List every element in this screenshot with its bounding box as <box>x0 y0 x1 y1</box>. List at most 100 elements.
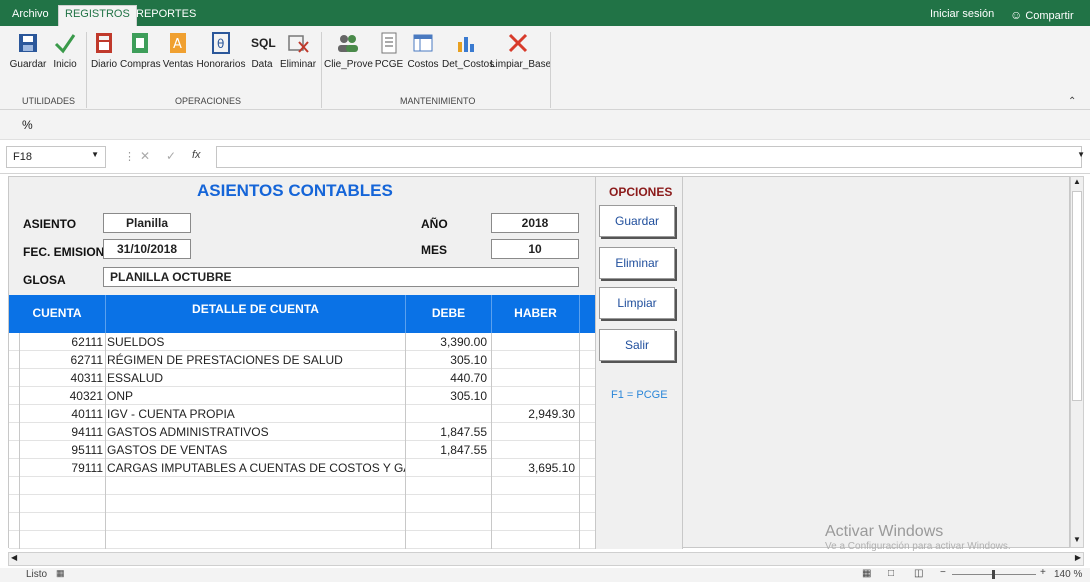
group-separator <box>321 32 322 108</box>
person-icon: ☺ <box>1010 8 1023 22</box>
signin-link[interactable]: Iniciar sesión <box>930 8 994 20</box>
limpiar-button[interactable]: Limpiar <box>599 287 675 319</box>
scroll-up-icon[interactable]: ▲ <box>1071 177 1083 189</box>
tab-archivo[interactable]: Archivo <box>6 6 55 26</box>
detalle-cell: GASTOS DE VENTAS <box>107 443 228 457</box>
anio-field[interactable]: 2018 <box>491 213 579 233</box>
pcge-ribbon-label: PCGE <box>374 59 404 70</box>
scroll-down-icon[interactable]: ▼ <box>1071 535 1083 547</box>
scroll-thumb[interactable] <box>1072 191 1082 401</box>
asiento-label: ASIENTO <box>23 217 77 231</box>
mes-label: MES <box>421 243 448 257</box>
pcge-ribbon-button[interactable]: PCGE <box>374 32 404 70</box>
zoom-in-icon[interactable]: + <box>1040 567 1046 578</box>
options-title: OPCIONES <box>609 185 673 199</box>
page-layout-icon[interactable]: □ <box>888 568 894 579</box>
ribbon: Guardar Inicio UTILIDADES Diario Compras… <box>0 26 1090 110</box>
asiento-field[interactable]: Planilla <box>103 213 191 233</box>
table-row[interactable] <box>9 531 595 549</box>
group-separator <box>550 32 551 108</box>
title-bar: Archivo REGISTROS REPORTES Iniciar sesió… <box>0 0 1090 26</box>
glosa-field[interactable]: PLANILLA OCTUBRE <box>103 267 579 287</box>
confirm-icon[interactable]: ✓ <box>166 149 176 163</box>
fx-icon[interactable]: fx <box>192 149 201 161</box>
debe-cell: 305.10 <box>450 353 487 367</box>
inicio-ribbon-button[interactable]: Inicio <box>50 32 80 70</box>
grid-line <box>105 333 106 549</box>
clie-prove-ribbon-button[interactable]: Clie_Prove <box>324 32 373 70</box>
honorarios-ribbon-label: Honorarios <box>196 59 246 70</box>
limpiar-base-ribbon-button[interactable]: Limpiar_Base <box>490 32 551 70</box>
guardar-ribbon-button[interactable]: Guardar <box>8 32 48 70</box>
mes-field[interactable]: 10 <box>491 239 579 259</box>
cuenta-cell: 95111 <box>71 443 103 457</box>
data-ribbon-button[interactable]: SQL Data <box>248 32 276 70</box>
guardar-button[interactable]: Guardar <box>599 205 675 237</box>
salir-button[interactable]: Salir <box>599 329 675 361</box>
zoom-slider-thumb[interactable] <box>992 570 995 579</box>
compras-ribbon-button[interactable]: Compras <box>120 32 161 70</box>
entries-table: 62111 SUELDOS 3,390.00 62711 RÉGIMEN DE … <box>9 333 595 549</box>
honorarios-ribbon-button[interactable]: θ Honorarios <box>196 32 246 70</box>
det-costos-ribbon-button[interactable]: Det_Costos <box>442 32 494 70</box>
table-row[interactable]: 62711 RÉGIMEN DE PRESTACIONES DE SALUD 3… <box>9 351 595 369</box>
cuenta-cell: 79111 <box>71 461 103 475</box>
check-icon <box>54 32 76 54</box>
guardar-ribbon-label: Guardar <box>9 59 47 70</box>
table-row[interactable]: 40321 ONP 305.10 <box>9 387 595 405</box>
group-label-utilidades: UTILIDADES <box>22 96 76 106</box>
grid-line <box>579 333 580 549</box>
table-row[interactable]: 95111 GASTOS DE VENTAS 1,847.55 <box>9 441 595 459</box>
table-row[interactable]: 94111 GASTOS ADMINISTRATIVOS 1,847.55 <box>9 423 595 441</box>
tab-reportes[interactable]: REPORTES <box>130 6 202 26</box>
haber-cell: 2,949.30 <box>528 407 575 421</box>
table-row[interactable]: 40111 IGV - CUENTA PROPIA 2,949.30 <box>9 405 595 423</box>
sales-icon: A <box>167 32 189 54</box>
bar-chart-icon <box>455 32 477 54</box>
ventas-ribbon-button[interactable]: A Ventas <box>162 32 194 70</box>
page-break-icon[interactable]: ◫ <box>914 568 923 579</box>
vertical-scrollbar[interactable]: ▲ ▼ <box>1070 176 1084 548</box>
cancel-icon[interactable]: ✕ <box>140 149 150 163</box>
table-row[interactable] <box>9 495 595 513</box>
scroll-left-icon[interactable]: ◀ <box>11 553 17 562</box>
formula-input[interactable]: ▼ <box>216 146 1085 168</box>
percent-style-button[interactable]: % <box>22 118 33 132</box>
delete-table-icon <box>287 32 309 54</box>
cuenta-cell: 40321 <box>69 389 103 403</box>
chevron-down-icon[interactable]: ▼ <box>91 150 99 159</box>
compras-ribbon-label: Compras <box>120 59 161 70</box>
eliminar-button[interactable]: Eliminar <box>599 247 675 279</box>
group-label-mantenimiento: MANTENIMIENTO <box>400 96 476 106</box>
table-row[interactable]: 40311 ESSALUD 440.70 <box>9 369 595 387</box>
horizontal-scrollbar[interactable]: ◀ ▶ <box>8 552 1084 566</box>
eliminar-ribbon-label: Eliminar <box>279 59 317 70</box>
normal-view-icon[interactable]: ▦ <box>862 568 871 579</box>
expand-formula-icon[interactable]: ▼ <box>1077 150 1085 159</box>
macro-record-icon[interactable]: ▦ <box>56 568 65 579</box>
detalle-cell: IGV - CUENTA PROPIA <box>107 407 235 421</box>
costos-ribbon-button[interactable]: Costos <box>406 32 440 70</box>
debe-cell <box>405 405 491 423</box>
share-button[interactable]: ☺ Compartir <box>1010 8 1074 22</box>
table-row[interactable]: 79111 CARGAS IMPUTABLES A CUENTAS DE COS… <box>9 459 595 477</box>
detalle-cell: CARGAS IMPUTABLES A CUENTAS DE COSTOS Y … <box>107 461 405 475</box>
table-row[interactable]: 62111 SUELDOS 3,390.00 <box>9 333 595 351</box>
table-row[interactable] <box>9 477 595 495</box>
zoom-out-icon[interactable]: − <box>940 567 946 578</box>
save-icon <box>17 32 39 54</box>
name-box[interactable]: F18 ▼ <box>6 146 106 168</box>
zoom-level[interactable]: 140 % <box>1054 569 1082 580</box>
collapse-ribbon-icon[interactable]: ⌃ <box>1068 96 1076 107</box>
fec-emision-field[interactable]: 31/10/2018 <box>103 239 191 259</box>
svg-text:A: A <box>173 37 182 52</box>
header-detalle: DETALLE DE CUENTA <box>105 295 405 333</box>
scroll-right-icon[interactable]: ▶ <box>1075 553 1081 562</box>
diario-ribbon-button[interactable]: Diario <box>90 32 118 70</box>
status-bar: Listo ▦ ▦ □ ◫ − + 140 % <box>0 567 1090 582</box>
eliminar-ribbon-button[interactable]: Eliminar <box>278 32 318 70</box>
table-row[interactable] <box>9 513 595 531</box>
tab-registros[interactable]: REGISTROS <box>58 5 137 26</box>
detalle-cell: ONP <box>107 389 134 403</box>
debe-cell: 1,847.55 <box>440 425 487 439</box>
